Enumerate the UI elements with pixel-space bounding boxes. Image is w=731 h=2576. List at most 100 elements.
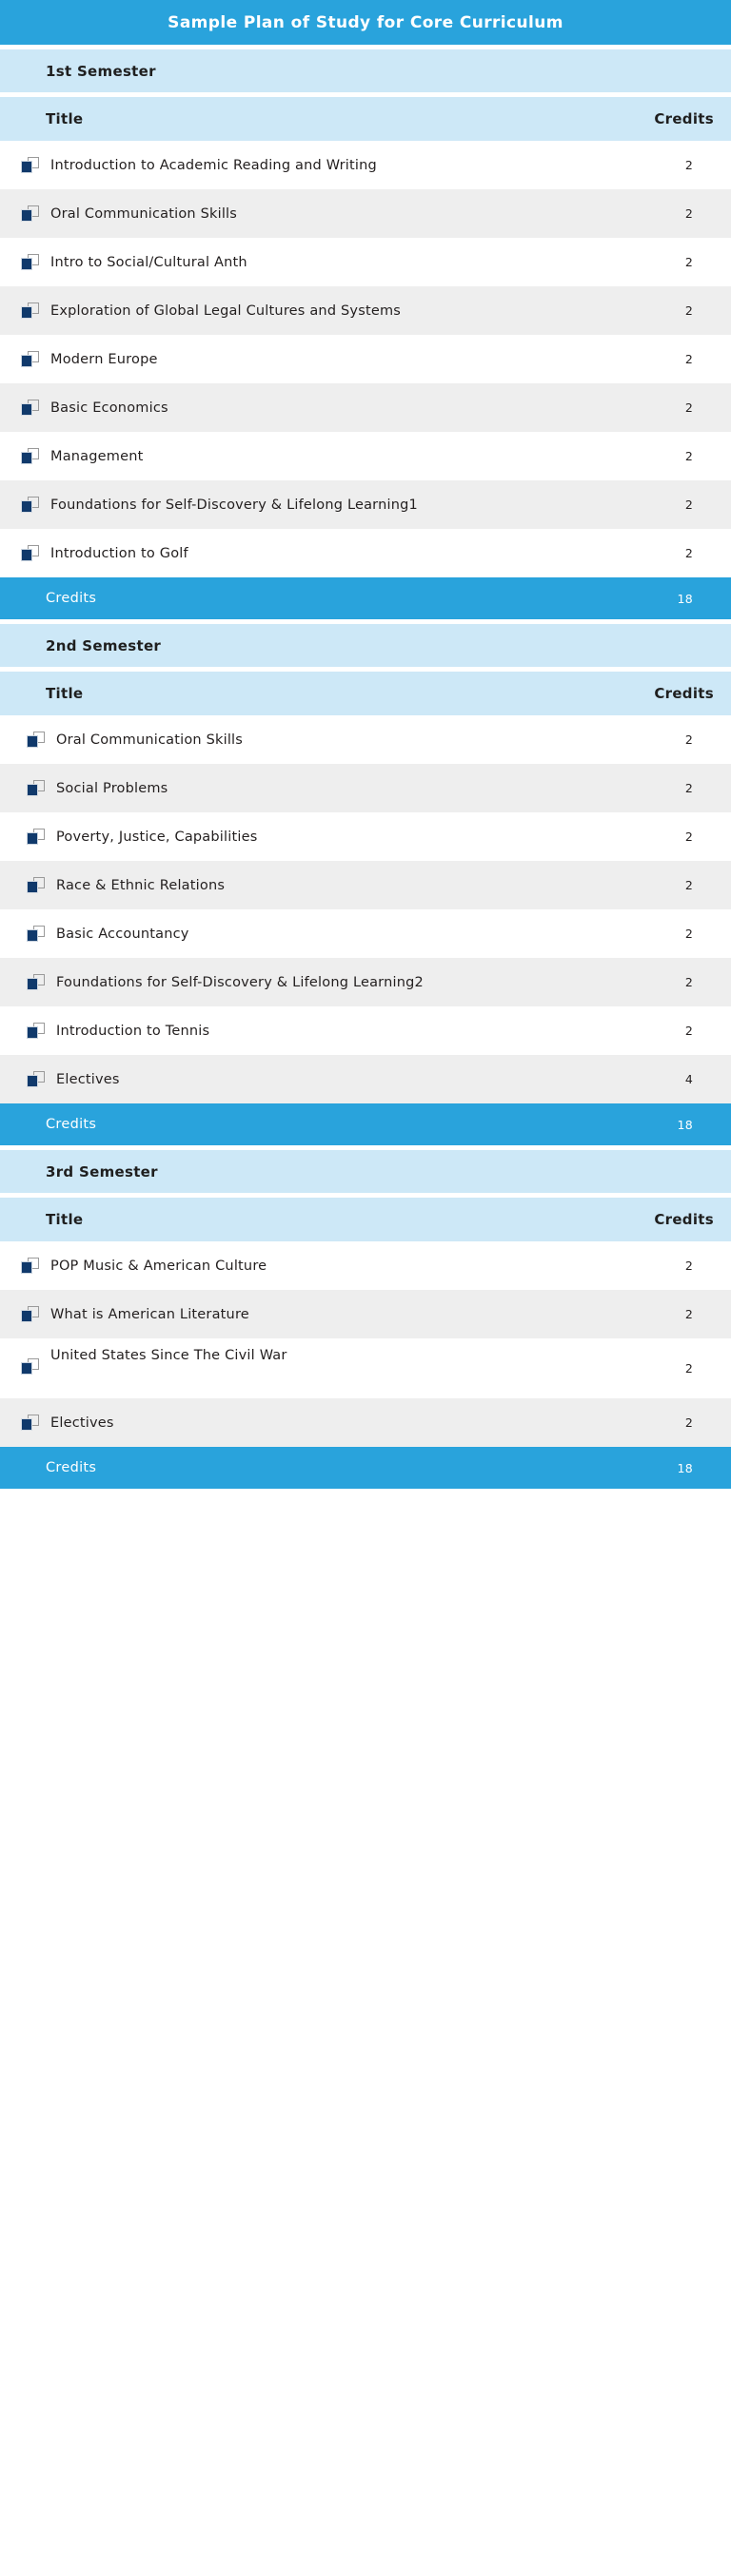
credits-total-value: 18 (677, 591, 693, 606)
course-credits: 2 (684, 732, 693, 747)
column-header-row: Title Credits (0, 1198, 731, 1241)
study-plan-page: Sample Plan of Study for Core Curriculum… (0, 0, 731, 2576)
course-stacked-squares-icon (27, 974, 45, 990)
course-row-main: Intro to Social/Cultural Anth (0, 254, 626, 270)
course-credits: 2 (684, 1415, 693, 1430)
course-stacked-squares-icon (21, 448, 39, 464)
icon-square-filled (21, 1418, 32, 1431)
course-row[interactable]: Social Problems 2 (0, 764, 731, 812)
course-row[interactable]: Introduction to Academic Reading and Wri… (0, 141, 731, 189)
semester-credits-total-row: Credits 18 (0, 1103, 731, 1145)
course-title: Oral Communication Skills (56, 732, 244, 748)
course-row-main: Foundations for Self-Discovery & Lifelon… (0, 974, 626, 990)
course-row[interactable]: Basic Economics 2 (0, 383, 731, 432)
course-row[interactable]: What is American Literature 2 (0, 1290, 731, 1338)
icon-square-filled (27, 1075, 38, 1087)
column-header-title: Title (46, 685, 84, 702)
semester-credits-total-row: Credits 18 (0, 577, 731, 619)
course-row[interactable]: Race & Ethnic Relations 2 (0, 861, 731, 909)
course-title: Foundations for Self-Discovery & Lifelon… (56, 974, 424, 990)
icon-square-filled (21, 1310, 32, 1322)
course-stacked-squares-icon (21, 1415, 39, 1431)
course-row-main: Introduction to Golf (0, 545, 626, 561)
icon-square-filled (21, 306, 32, 319)
course-row[interactable]: Basic Accountancy 2 (0, 909, 731, 958)
course-row-main: Oral Communication Skills (0, 732, 626, 748)
icon-square-filled (21, 1362, 32, 1375)
icon-square-filled (21, 403, 32, 416)
course-stacked-squares-icon (21, 205, 39, 222)
credits-total-value: 18 (677, 1117, 693, 1132)
column-header-credits: Credits (654, 110, 714, 127)
course-row[interactable]: Introduction to Golf 2 (0, 529, 731, 577)
course-row[interactable]: Foundations for Self-Discovery & Lifelon… (0, 958, 731, 1006)
course-row[interactable]: Electives 2 (0, 1398, 731, 1447)
course-row[interactable]: Oral Communication Skills 2 (0, 715, 731, 764)
course-row-main: Race & Ethnic Relations (0, 877, 626, 893)
course-stacked-squares-icon (21, 302, 39, 319)
course-title: Intro to Social/Cultural Anth (50, 254, 247, 270)
credits-total-label: Credits (46, 591, 97, 606)
course-stacked-squares-icon (21, 1358, 39, 1375)
course-stacked-squares-icon (21, 254, 39, 270)
course-credits: 2 (684, 927, 693, 941)
icon-square-filled (21, 258, 32, 270)
course-stacked-squares-icon (27, 732, 45, 748)
column-header-credits: Credits (654, 1211, 714, 1228)
course-row[interactable]: Poverty, Justice, Capabilities 2 (0, 812, 731, 861)
course-row[interactable]: Foundations for Self-Discovery & Lifelon… (0, 480, 731, 529)
course-row-main: Electives (0, 1415, 626, 1431)
course-row-main: Introduction to Tennis (0, 1023, 626, 1039)
semesters-container: 1st Semester Title Credits Introduction to … (0, 49, 731, 1489)
course-credits: 2 (684, 352, 693, 366)
course-stacked-squares-icon (21, 351, 39, 367)
course-credits: 2 (684, 498, 693, 512)
course-row-main: United States Since The Civil War (0, 1348, 626, 1378)
icon-square-filled (21, 549, 32, 561)
course-credits: 2 (684, 303, 693, 318)
course-credits: 2 (684, 158, 693, 172)
icon-square-filled (27, 735, 38, 748)
course-row[interactable]: Management 2 (0, 432, 731, 480)
course-stacked-squares-icon (27, 1071, 45, 1087)
column-header-row: Title Credits (0, 672, 731, 715)
column-header-title: Title (46, 1211, 84, 1228)
semester-label: 2nd Semester (46, 636, 162, 654)
course-stacked-squares-icon (21, 1306, 39, 1322)
icon-square-filled (21, 355, 32, 367)
credits-total-label: Credits (46, 1460, 97, 1475)
icon-square-filled (21, 209, 32, 222)
icon-square-filled (27, 881, 38, 893)
semester-label: 1st Semester (46, 62, 156, 80)
course-row-main: POP Music & American Culture (0, 1258, 626, 1274)
course-stacked-squares-icon (21, 497, 39, 513)
course-row[interactable]: Exploration of Global Legal Cultures and… (0, 286, 731, 335)
course-stacked-squares-icon (21, 157, 39, 173)
course-credits: 2 (684, 781, 693, 795)
course-credits: 2 (684, 1259, 693, 1273)
course-row[interactable]: POP Music & American Culture 2 (0, 1241, 731, 1290)
course-title: Foundations for Self-Discovery & Lifelon… (50, 497, 418, 513)
course-row[interactable]: Introduction to Tennis 2 (0, 1006, 731, 1055)
course-row[interactable]: Oral Communication Skills 2 (0, 189, 731, 238)
course-row[interactable]: Electives 4 (0, 1055, 731, 1103)
course-row-main: Basic Accountancy (0, 926, 626, 942)
course-credits: 2 (684, 206, 693, 221)
course-title: Exploration of Global Legal Cultures and… (50, 302, 402, 319)
course-stacked-squares-icon (27, 877, 45, 893)
course-credits: 2 (684, 878, 693, 892)
page-title: Sample Plan of Study for Core Curriculum (168, 12, 563, 32)
course-title: Introduction to Tennis (56, 1023, 210, 1039)
course-credits: 2 (684, 546, 693, 560)
course-row[interactable]: Modern Europe 2 (0, 335, 731, 383)
course-stacked-squares-icon (27, 1023, 45, 1039)
icon-square-filled (27, 978, 38, 990)
course-title: Race & Ethnic Relations (56, 877, 226, 893)
course-credits: 2 (684, 975, 693, 989)
course-credits: 2 (684, 1307, 693, 1321)
course-credits: 2 (684, 255, 693, 269)
course-row[interactable]: United States Since The Civil War 2 (0, 1338, 731, 1398)
column-header-row: Title Credits (0, 97, 731, 141)
course-row[interactable]: Intro to Social/Cultural Anth 2 (0, 238, 731, 286)
course-stacked-squares-icon (21, 1258, 39, 1274)
